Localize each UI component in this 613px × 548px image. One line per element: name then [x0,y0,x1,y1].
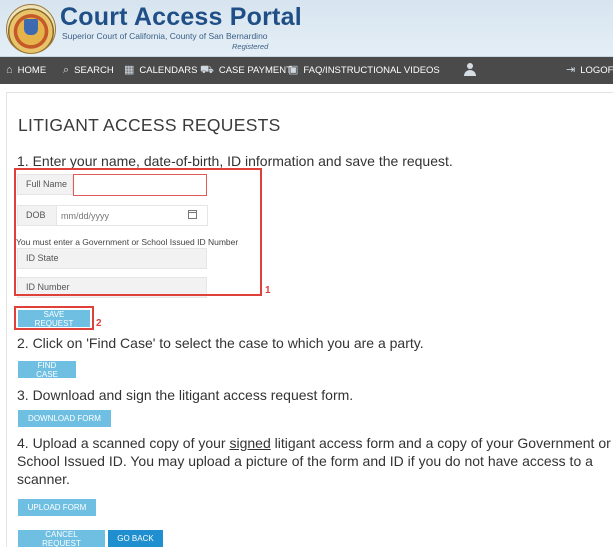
cancel-request-button[interactable]: CANCEL REQUEST [18,530,105,548]
annotation-box-1 [14,168,262,296]
home-icon: ⌂ [6,64,13,76]
step-4-instruction: 4. Upload a scanned copy of your signed … [17,434,612,488]
page-title: LITIGANT ACCESS REQUESTS [18,115,281,135]
step-2-instruction: 2. Click on 'Find Case' to select the ca… [17,335,424,351]
step-3-instruction: 3. Download and sign the litigant access… [17,387,354,403]
california-seal-logo [6,4,56,54]
site-header: Court Access Portal Superior Court of Ca… [0,0,613,57]
nav-home-label: HOME [17,65,47,76]
nav-item-calendars[interactable]: ▦ CALENDARS [124,57,197,84]
nav-logoff-label: LOGOF [580,65,613,76]
nav-item-faq-videos[interactable]: ▣ FAQ/INSTRUCTIONAL VIDEOS [288,57,440,84]
step-1-instruction: 1. Enter your name, date-of-birth, ID in… [17,153,453,169]
nav-faq-label: FAQ/INSTRUCTIONAL VIDEOS [303,65,440,76]
portal-title: Court Access Portal [60,3,302,31]
nav-search-label: SEARCH [74,65,114,76]
calendar-icon: ▦ [124,64,135,76]
seal-shield-icon [24,19,38,35]
download-form-button[interactable]: DOWNLOAD FORM [18,410,111,427]
annotation-number-1: 1 [265,285,271,296]
step-4-signed-word: signed [229,435,271,451]
nav-item-case-payment[interactable]: ⛟ CASE PAYMENT [200,57,292,84]
search-icon: ⌕ [63,64,70,76]
car-icon: ⛟ [200,64,214,76]
logout-icon: ⇥ [566,64,576,76]
nav-case-payment-label: CASE PAYMENT [218,65,292,76]
find-case-button[interactable]: FIND CASE [18,361,76,379]
nav-item-search[interactable]: ⌕ SEARCH [63,57,114,84]
nav-calendars-label: CALENDARS [139,65,198,76]
upload-form-button[interactable]: UPLOAD FORM [18,499,96,516]
nav-item-logoff[interactable]: ⇥ LOGOF [566,57,613,84]
registered-label: Registered [232,42,269,51]
annotation-number-2: 2 [96,318,102,329]
user-icon[interactable] [464,63,476,77]
go-back-button[interactable]: GO BACK [108,530,163,547]
annotation-box-2 [14,306,94,330]
main-nav: ⌂ HOME ⌕ SEARCH ▦ CALENDARS ⛟ CASE PAYME… [0,57,613,84]
nav-item-home[interactable]: ⌂ HOME [6,57,46,84]
portal-subtitle: Superior Court of California, County of … [62,31,268,41]
video-icon: ▣ [288,64,299,76]
step-4-text-start: 4. Upload a scanned copy of your [17,435,226,451]
